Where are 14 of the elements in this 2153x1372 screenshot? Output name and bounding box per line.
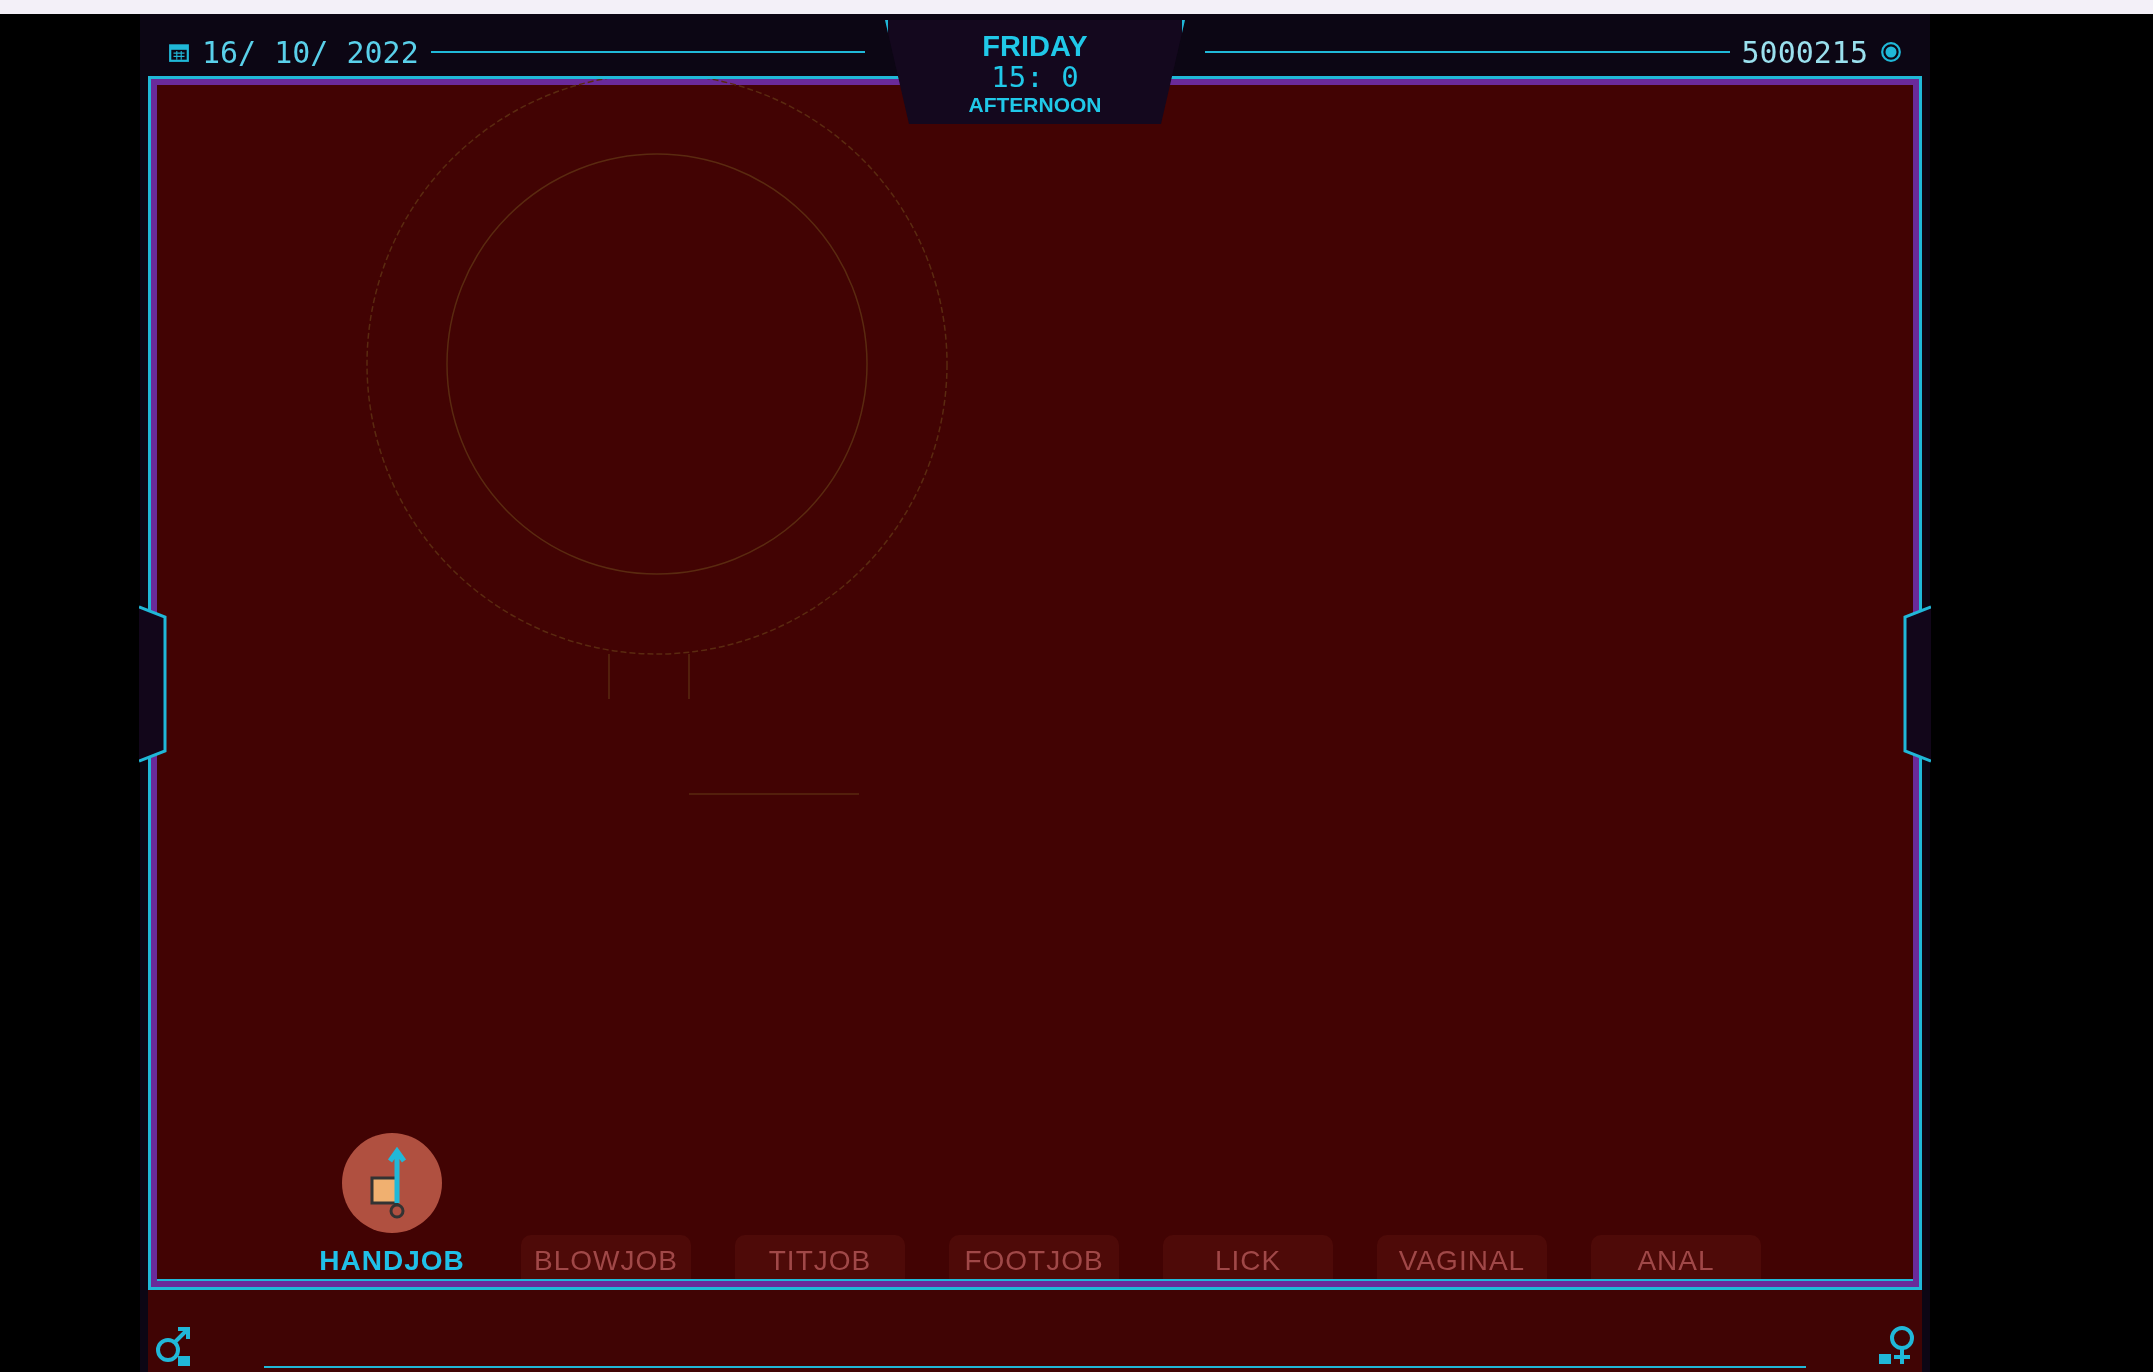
calendar-icon (168, 41, 190, 63)
weekday-text: FRIDAY (982, 30, 1088, 62)
date-text: 16/ 10/ 2022 (202, 34, 419, 70)
action-tab[interactable]: VAGINAL (1377, 1235, 1547, 1279)
time-text: 15: 0 (991, 62, 1079, 92)
action-tab[interactable]: BLOWJOB (521, 1235, 691, 1279)
action-tab[interactable]: HANDJOB (307, 1235, 477, 1279)
action-tab[interactable]: TITJOB (735, 1235, 905, 1279)
action-tab[interactable]: LICK (1163, 1235, 1333, 1279)
action-tab[interactable]: FOOTJOB (949, 1235, 1119, 1279)
coin-icon (1880, 41, 1902, 63)
period-text: AFTERNOON (968, 92, 1102, 118)
action-tab[interactable]: ANAL (1591, 1235, 1761, 1279)
money-text: 5000215 (1741, 34, 1868, 70)
